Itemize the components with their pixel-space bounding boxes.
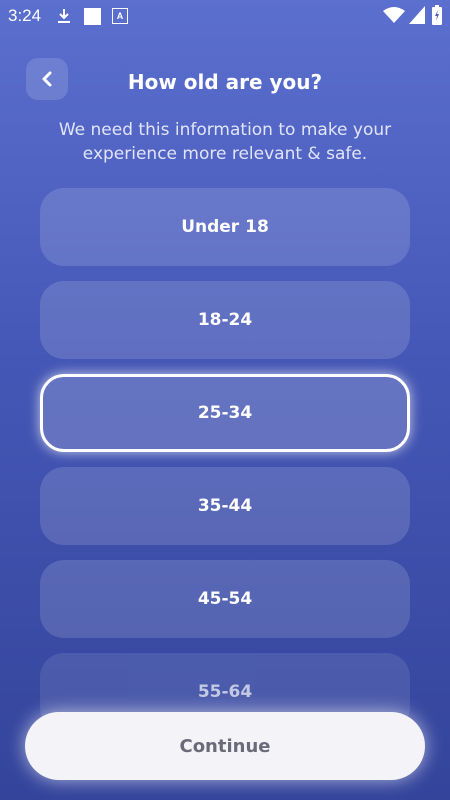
- age-option-45-54[interactable]: 45-54: [40, 560, 410, 638]
- a-box-icon: A: [112, 8, 128, 24]
- cell-signal-icon: [409, 6, 425, 24]
- age-options-list: Under 18 18-24 25-34 35-44 45-54 55-64: [40, 188, 410, 746]
- age-option-25-34[interactable]: 25-34: [40, 374, 410, 452]
- page-subtitle: We need this information to make your ex…: [58, 120, 392, 164]
- download-icon: [58, 9, 70, 23]
- page-title: How old are you?: [127, 70, 323, 94]
- status-bar: 3:24 A: [0, 0, 450, 32]
- continue-button[interactable]: Continue: [25, 712, 425, 780]
- age-option-35-44[interactable]: 35-44: [40, 467, 410, 545]
- wifi-icon: [383, 7, 405, 23]
- status-time: 3:24: [8, 6, 42, 25]
- age-option-18-24[interactable]: 18-24: [40, 281, 410, 359]
- square-notification-icon: [84, 8, 101, 25]
- age-option-under-18[interactable]: Under 18: [40, 188, 410, 266]
- battery-icon: [432, 5, 442, 25]
